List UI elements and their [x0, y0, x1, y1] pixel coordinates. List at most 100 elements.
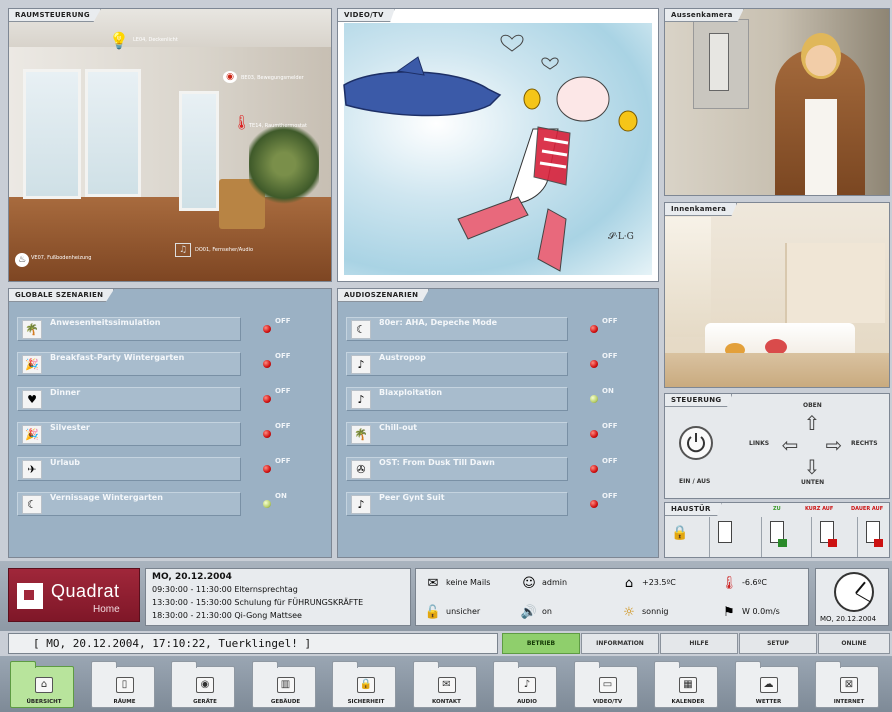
- arrow-right-button[interactable]: ⇨: [823, 434, 845, 456]
- house-temperature-icon: ⌂: [624, 576, 634, 591]
- audio-scenario-row: ♪ Peer Gynt Suit OFF: [346, 492, 652, 516]
- mode-betrieb-button[interactable]: BETRIEB: [502, 633, 580, 654]
- nav-räume-button[interactable]: ▯ RÄUME: [85, 660, 161, 710]
- folder-icon: ◉ GERÄTE: [171, 661, 235, 708]
- video-panel-title: VIDEO/TV: [338, 9, 395, 22]
- global-scenario-row: ✈ Urlaub OFF: [17, 457, 325, 481]
- nav-icon: 🔒: [357, 677, 375, 693]
- door-panel: HAUSTÜR 🔒 ZU KURZ AUF DAUER AUF: [664, 502, 890, 558]
- global-scenario-row: 🌴 Anwesenheitssimulation OFF: [17, 317, 325, 341]
- global-scenario-row: 🎉 Breakfast-Party Wintergarten OFF: [17, 352, 325, 376]
- up-label: OBEN: [803, 402, 822, 409]
- status-led[interactable]: [590, 500, 598, 508]
- audio-scenario-label: Blaxploitation: [379, 388, 443, 397]
- outside-camera-panel[interactable]: Aussenkamera: [664, 8, 890, 196]
- nav-icon: ◉: [196, 677, 214, 693]
- status-led[interactable]: [263, 325, 271, 333]
- mode-setup-button[interactable]: SETUP: [739, 633, 817, 654]
- nav-übersicht-button[interactable]: ⌂ ÜBERSICHT: [4, 660, 80, 710]
- calendar-entry: 09:30:00 - 11:30:00 Elternsprechtag: [152, 585, 298, 594]
- nav-geräte-button[interactable]: ◉ GERÄTE: [165, 660, 241, 710]
- nav-gebäude-button[interactable]: ▥ GEBÄUDE: [246, 660, 322, 710]
- inside-camera-panel[interactable]: Innenkamera: [664, 202, 890, 388]
- right-label: RECHTS: [851, 440, 878, 447]
- nav-wetter-button[interactable]: ☁ WETTER: [729, 660, 805, 710]
- nav-icon: ⌂: [35, 677, 53, 693]
- audio-scenario-state: OFF: [602, 457, 618, 465]
- light-bulb-icon[interactable]: 💡: [109, 31, 129, 50]
- global-scenario-state: OFF: [275, 387, 291, 395]
- folder-icon: 🔒 SICHERHEIT: [332, 661, 396, 708]
- room-label-tv: DO01, Fernseher/Audio: [195, 247, 254, 253]
- status-led[interactable]: [263, 465, 271, 473]
- folder-icon: ♪ AUDIO: [493, 661, 557, 708]
- floor-heating-icon[interactable]: ♨: [15, 253, 29, 267]
- door-icon: [718, 521, 732, 543]
- global-scenario-button[interactable]: 🎉 Silvester: [17, 422, 241, 446]
- global-scenario-button[interactable]: 🎉 Breakfast-Party Wintergarten: [17, 352, 241, 376]
- calendar-date: MO, 20.12.2004: [152, 572, 232, 582]
- power-button[interactable]: [679, 426, 713, 460]
- door-status-button[interactable]: [709, 517, 737, 557]
- door-close-button[interactable]: [761, 517, 789, 557]
- mode-hilfe-button[interactable]: HILFE: [660, 633, 738, 654]
- audio-scenario-button[interactable]: ♪ Peer Gynt Suit: [346, 492, 568, 516]
- nav-video-tv-button[interactable]: ▭ VIDEO/TV: [568, 660, 644, 710]
- global-scenario-button[interactable]: ✈ Urlaub: [17, 457, 241, 481]
- audio-scenario-button[interactable]: ♪ Austropop: [346, 352, 568, 376]
- nav-icon: ▭: [598, 677, 617, 693]
- audio-scenario-button[interactable]: ♪ Blaxploitation: [346, 387, 568, 411]
- global-scenario-button[interactable]: ☾ Vernissage Wintergarten: [17, 492, 241, 516]
- mode-online-button[interactable]: ONLINE: [818, 633, 890, 654]
- nav-kontakt-button[interactable]: ✉ KONTAKT: [407, 660, 483, 710]
- sun-icon: ☼: [623, 605, 635, 620]
- speaker-icon[interactable]: 🔊: [520, 605, 538, 621]
- video-tv-panel[interactable]: VIDEO/TV 𝓢·L·G: [337, 8, 659, 282]
- audio-scenario-label: Austropop: [379, 353, 426, 362]
- arrow-left-button[interactable]: ⇦: [779, 434, 801, 456]
- motion-sensor-icon[interactable]: ◉: [223, 71, 237, 83]
- arrow-down-button[interactable]: ⇩: [801, 456, 823, 478]
- nav-icon: ☁: [759, 677, 778, 693]
- status-led[interactable]: [590, 360, 598, 368]
- lock-open-icon[interactable]: 🔓: [424, 605, 442, 621]
- nav-kalender-button[interactable]: ▦ KALENDER: [648, 660, 724, 710]
- door-short-open-button[interactable]: [811, 517, 839, 557]
- door-close-label: ZU: [773, 506, 781, 512]
- nav-audio-button[interactable]: ♪ AUDIO: [487, 660, 563, 710]
- arrow-up-button[interactable]: ⇧: [801, 412, 823, 434]
- audio-scenario-label: 80er: AHA, Depeche Mode: [379, 318, 498, 327]
- nav-label: WETTER: [755, 699, 782, 705]
- status-led[interactable]: [590, 325, 598, 333]
- nav-icon: ♪: [518, 677, 536, 693]
- door-permanent-open-button[interactable]: [857, 517, 885, 557]
- global-scenario-button[interactable]: 🌴 Anwesenheitssimulation: [17, 317, 241, 341]
- door-title: HAUSTÜR: [665, 503, 722, 516]
- global-scenario-row: ☾ Vernissage Wintergarten ON: [17, 492, 325, 516]
- global-scenario-button[interactable]: ♥ Dinner: [17, 387, 241, 411]
- weather-status: sonnig: [642, 607, 669, 616]
- user-icon[interactable]: ☺: [520, 576, 538, 592]
- status-led[interactable]: [263, 430, 271, 438]
- audio-scenario-button[interactable]: ☾ 80er: AHA, Depeche Mode: [346, 317, 568, 341]
- status-led[interactable]: [590, 465, 598, 473]
- tv-audio-icon[interactable]: ♫: [175, 243, 191, 257]
- calendar-box[interactable]: MO, 20.12.2004 09:30:00 - 11:30:00 Elter…: [145, 568, 411, 626]
- mail-icon[interactable]: ✉: [424, 576, 442, 592]
- nav-label: INTERNET: [833, 699, 865, 705]
- status-led[interactable]: [590, 430, 598, 438]
- clock-minute-hand: [855, 593, 871, 603]
- analog-clock: [834, 572, 874, 612]
- audio-scenarios-title: AUDIOSZENARIEN: [338, 289, 430, 302]
- status-led[interactable]: [263, 395, 271, 403]
- status-led[interactable]: [590, 395, 598, 403]
- audio-scenario-button[interactable]: ✇ OST: From Dusk Till Dawn: [346, 457, 568, 481]
- nav-internet-button[interactable]: ⊠ INTERNET: [809, 660, 885, 710]
- nav-label: KALENDER: [671, 699, 705, 705]
- power-icon: [687, 433, 705, 453]
- nav-sicherheit-button[interactable]: 🔒 SICHERHEIT: [326, 660, 402, 710]
- status-led[interactable]: [263, 360, 271, 368]
- mode-information-button[interactable]: INFORMATION: [581, 633, 659, 654]
- audio-scenario-button[interactable]: 🌴 Chill-out: [346, 422, 568, 446]
- status-led[interactable]: [263, 500, 271, 508]
